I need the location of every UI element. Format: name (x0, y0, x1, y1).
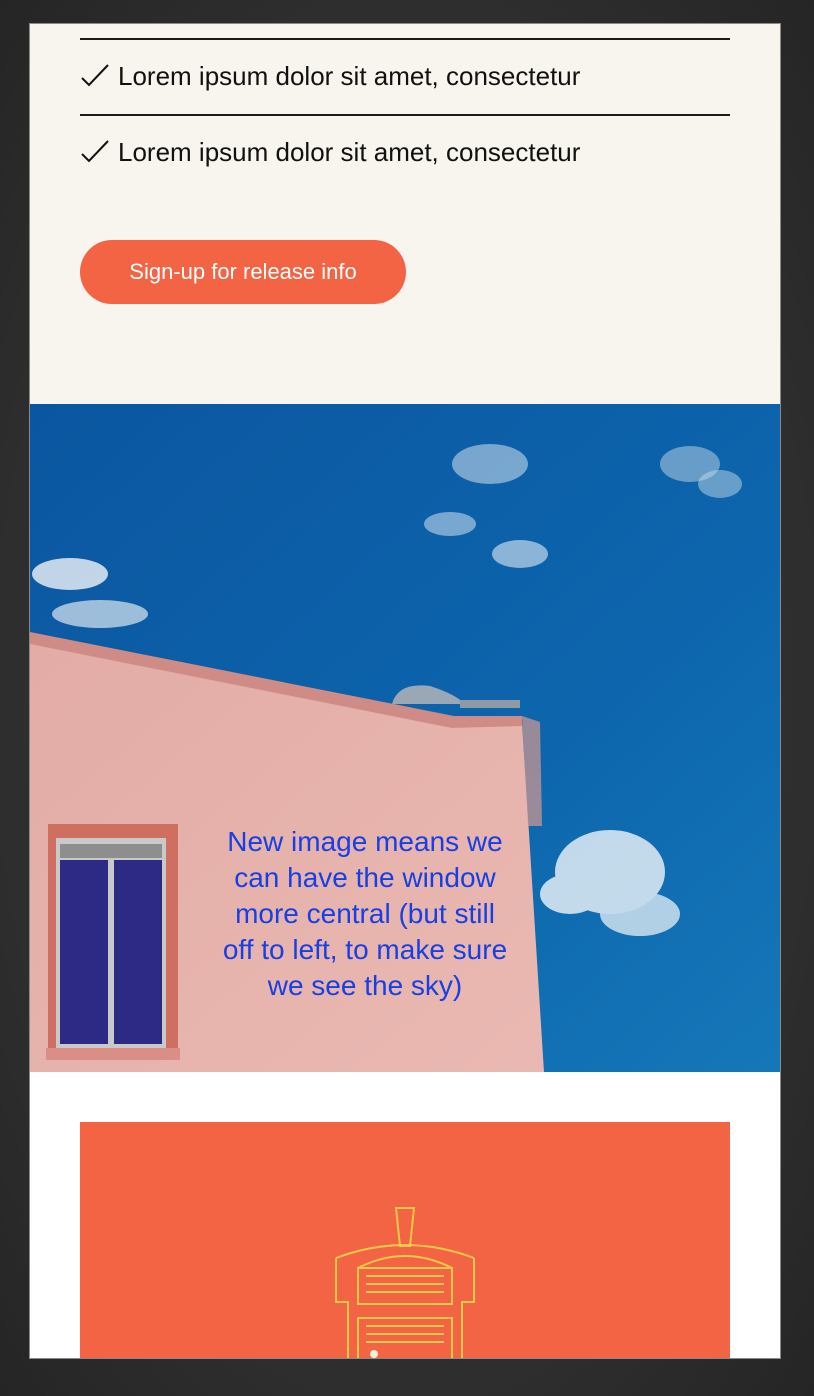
designer-annotation: New image means we can have the window m… (222, 826, 508, 1001)
promo-card (80, 1122, 730, 1358)
checkmark-icon (81, 64, 109, 87)
signup-release-info-button[interactable]: Sign-up for release info (80, 240, 406, 304)
page-viewport: Lorem ipsum dolor sit amet, consectetur … (30, 24, 780, 1358)
feature-item-text: Lorem ipsum dolor sit amet, consectetur (118, 60, 581, 91)
feature-item-text: Lorem ipsum dolor sit amet, consectetur (118, 136, 581, 167)
divider (80, 114, 730, 116)
features-section: Lorem ipsum dolor sit amet, consectetur … (30, 24, 780, 404)
divider (80, 38, 730, 40)
building-illustration-icon (335, 1207, 475, 1358)
checkmark-icon (81, 140, 109, 163)
feature-item: Lorem ipsum dolor sit amet, consectetur (80, 56, 580, 96)
feature-item: Lorem ipsum dolor sit amet, consectetur (80, 132, 580, 172)
hero-image: New image means we can have the window m… (30, 404, 780, 1072)
